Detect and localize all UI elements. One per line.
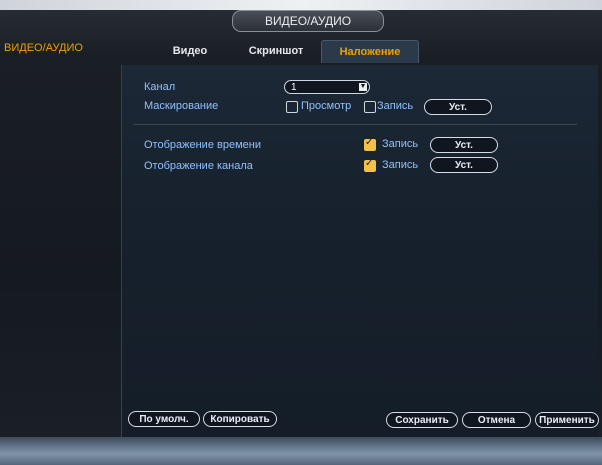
cancel-button[interactable]: Отмена [462,412,531,428]
masking-preview-checkbox[interactable] [286,101,298,113]
chevron-down-icon: ▼ [359,83,367,91]
top-strip [0,0,602,10]
copy-button[interactable]: Копировать [203,411,277,427]
time-display-record-label: Запись [382,138,419,150]
channel-display-record-checkbox[interactable] [364,158,376,172]
channel-display-setup-button[interactable]: Уст. [430,157,498,173]
tab-screenshot[interactable]: Скриншот [236,40,316,62]
masking-label: Маскирование [144,100,219,112]
masking-setup-button[interactable]: Уст. [424,99,492,115]
screen: ВИДЕО/АУДИО ВИДЕО/АУДИО Видео Скриншот Н… [0,0,602,465]
settings-panel [121,65,598,437]
sidebar-item-video-audio[interactable]: ВИДЕО/АУДИО [4,38,110,58]
time-display-label: Отображение времени [144,139,261,151]
masking-record-label: Запись [377,100,414,112]
window-title: ВИДЕО/АУДИО [232,10,384,32]
top-decor [8,0,188,10]
masking-preview-label: Просмотр [301,100,352,112]
tab-overlay[interactable]: Наложение [321,40,419,63]
tab-video[interactable]: Видео [160,40,220,62]
apply-button[interactable]: Применить [535,412,599,428]
channel-display-record-label: Запись [382,159,419,171]
channel-value: 1 [291,82,297,93]
save-button[interactable]: Сохранить [386,412,458,428]
default-button[interactable]: По умолч. [128,411,200,427]
channel-display-label: Отображение канала [144,160,253,172]
channel-label: Канал [144,81,176,93]
channel-select[interactable]: 1 ▼ [284,80,370,94]
bottom-bar [0,437,602,465]
masking-record-checkbox[interactable] [364,101,376,113]
time-display-record-checkbox[interactable] [364,137,376,151]
divider [133,124,577,125]
time-display-setup-button[interactable]: Уст. [430,137,498,153]
